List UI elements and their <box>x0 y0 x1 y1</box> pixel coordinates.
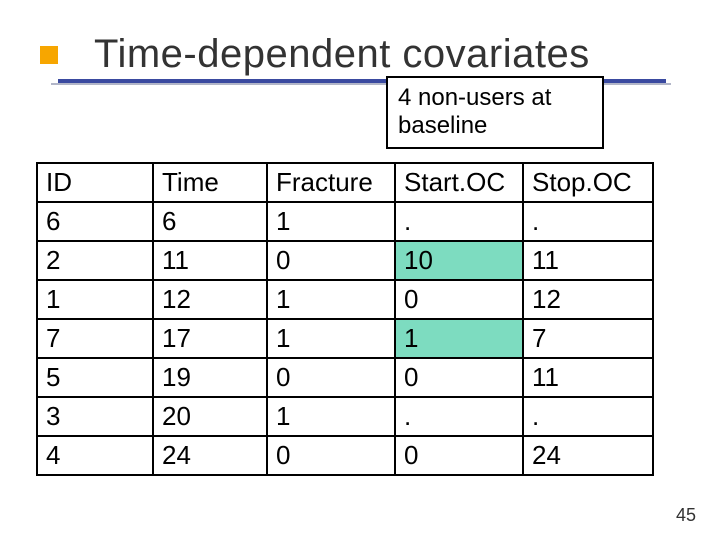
cell-startoc: 0 <box>395 358 523 397</box>
cell-id: 6 <box>37 202 153 241</box>
table-header-row: ID Time Fracture Start.OC Stop.OC <box>37 163 653 202</box>
table-row: 1121012 <box>37 280 653 319</box>
cell-startoc: 10 <box>395 241 523 280</box>
callout-box: 4 non-users at baseline <box>386 76 604 149</box>
cell-startoc: . <box>395 397 523 436</box>
cell-startoc: . <box>395 202 523 241</box>
cell-fracture: 0 <box>267 358 395 397</box>
table-row: 4240024 <box>37 436 653 475</box>
cell-stopoc: 24 <box>523 436 653 475</box>
col-stopoc: Stop.OC <box>523 163 653 202</box>
cell-startoc: 0 <box>395 280 523 319</box>
cell-time: 12 <box>153 280 267 319</box>
data-table: ID Time Fracture Start.OC Stop.OC 661..2… <box>36 162 654 476</box>
cell-time: 20 <box>153 397 267 436</box>
cell-time: 11 <box>153 241 267 280</box>
col-id: ID <box>37 163 153 202</box>
cell-stopoc: 7 <box>523 319 653 358</box>
cell-fracture: 0 <box>267 241 395 280</box>
cell-id: 2 <box>37 241 153 280</box>
cell-fracture: 1 <box>267 397 395 436</box>
col-fracture: Fracture <box>267 163 395 202</box>
cell-id: 7 <box>37 319 153 358</box>
cell-id: 5 <box>37 358 153 397</box>
table-row: 661.. <box>37 202 653 241</box>
table-row: 21101011 <box>37 241 653 280</box>
col-startoc: Start.OC <box>395 163 523 202</box>
page-title: Time-dependent covariates <box>94 32 590 77</box>
cell-startoc: 1 <box>395 319 523 358</box>
cell-time: 24 <box>153 436 267 475</box>
cell-stopoc: . <box>523 202 653 241</box>
cell-fracture: 1 <box>267 319 395 358</box>
cell-stopoc: 11 <box>523 358 653 397</box>
cell-fracture: 1 <box>267 280 395 319</box>
cell-fracture: 0 <box>267 436 395 475</box>
page-number: 45 <box>676 505 696 526</box>
cell-stopoc: 12 <box>523 280 653 319</box>
table-row: 717117 <box>37 319 653 358</box>
cell-startoc: 0 <box>395 436 523 475</box>
col-time: Time <box>153 163 267 202</box>
cell-id: 4 <box>37 436 153 475</box>
cell-stopoc: 11 <box>523 241 653 280</box>
title-underline <box>0 79 720 85</box>
cell-time: 17 <box>153 319 267 358</box>
bullet-icon <box>40 46 58 64</box>
cell-time: 19 <box>153 358 267 397</box>
cell-id: 3 <box>37 397 153 436</box>
table-row: 3201.. <box>37 397 653 436</box>
cell-stopoc: . <box>523 397 653 436</box>
cell-time: 6 <box>153 202 267 241</box>
table-row: 5190011 <box>37 358 653 397</box>
cell-fracture: 1 <box>267 202 395 241</box>
cell-id: 1 <box>37 280 153 319</box>
title-row: Time-dependent covariates <box>0 0 720 77</box>
